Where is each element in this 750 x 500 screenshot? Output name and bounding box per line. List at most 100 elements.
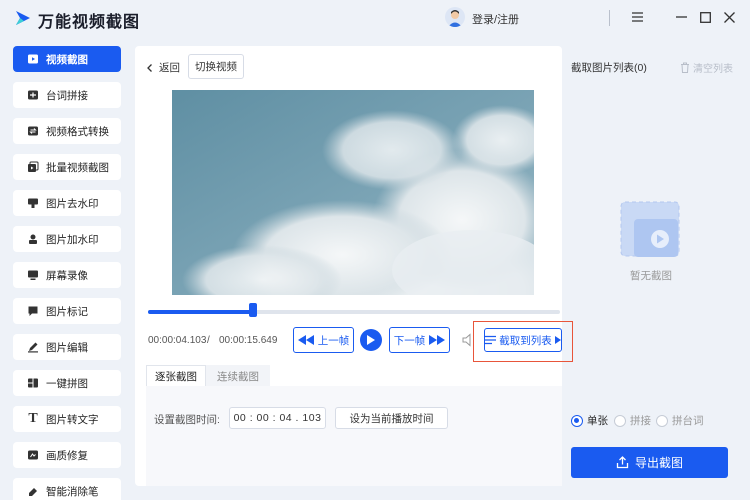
close-icon [723, 11, 735, 23]
mode-subtitle-radio[interactable]: 拼台词 [656, 413, 704, 428]
mode-stitch-radio[interactable]: 拼接 [614, 413, 651, 428]
sidebar-item-screen-record[interactable]: 屏幕录像 [13, 262, 121, 288]
sidebar-item-label: 图片标记 [46, 305, 88, 318]
image-edit-icon [27, 341, 39, 353]
maximize-button[interactable] [694, 6, 716, 28]
maximize-icon [699, 11, 711, 23]
eraser-icon [27, 485, 39, 497]
sidebar-item-label: 图片去水印 [46, 197, 99, 210]
empty-state-icon [620, 201, 680, 257]
radio-indicator [571, 414, 583, 427]
avatar[interactable] [445, 7, 465, 27]
sidebar-item-label: 屏幕录像 [46, 269, 88, 282]
sidebar-item-label: 批量视频截图 [46, 161, 109, 174]
sidebar-item-label: 一键拼图 [46, 377, 88, 390]
sidebar-item-add-watermark[interactable]: 图片加水印 [13, 226, 121, 252]
export-label: 导出截图 [634, 456, 683, 470]
radio-indicator [614, 414, 626, 427]
sidebar-item-label: 智能消除笔 [46, 485, 99, 498]
mode-subtitle-label: 拼台词 [672, 415, 704, 427]
sidebar-item-batch-capture[interactable]: 批量视频截图 [13, 154, 121, 180]
radio-indicator [656, 414, 668, 427]
sidebar-item-label: 视频截图 [46, 53, 88, 66]
sidebar-item-remove-watermark[interactable]: 图片去水印 [13, 190, 121, 216]
sidebar-item-quality-repair[interactable]: 画质修复 [13, 442, 121, 468]
rewind-icon [297, 335, 314, 345]
text-icon: T [28, 411, 38, 426]
login-link[interactable]: 登录/注册 [472, 11, 519, 27]
minimize-icon [675, 16, 687, 18]
fast-forward-icon [429, 335, 446, 345]
clear-list-label: 清空列表 [693, 64, 733, 75]
total-time: 00:00:15.649 [219, 335, 278, 346]
video-preview[interactable] [172, 90, 534, 295]
menu-button[interactable] [626, 6, 648, 28]
clear-list-button[interactable]: 清空列表 [680, 60, 733, 75]
next-frame-label: 下一帧 [393, 334, 426, 347]
progress-slider[interactable] [148, 303, 560, 317]
tab-continuous-capture[interactable]: 连续截图 [206, 365, 270, 387]
sidebar-item-image-to-text[interactable]: T 图片转文字 [13, 406, 121, 432]
collage-icon [27, 377, 39, 389]
sidebar-item-label: 图片加水印 [46, 233, 99, 246]
mode-stitch-label: 拼接 [630, 415, 651, 427]
trash-icon [681, 62, 689, 73]
sidebar-item-label: 图片编辑 [46, 341, 88, 354]
prev-frame-button[interactable]: 上一帧 [293, 327, 354, 353]
sidebar-item-label: 图片转文字 [46, 413, 99, 426]
capture-list-title: 截取图片列表(0) [571, 62, 647, 74]
divider [609, 10, 610, 26]
quality-repair-icon [27, 449, 39, 461]
close-button[interactable] [718, 6, 740, 28]
mode-single-label: 单张 [587, 415, 608, 427]
sidebar-item-video-capture[interactable]: 视频截图 [13, 46, 121, 72]
video-frame-image [172, 90, 534, 295]
capture-to-list-button[interactable]: 截取到列表 [484, 328, 562, 352]
caret-right-icon [554, 336, 561, 344]
back-label: 返回 [159, 62, 180, 74]
export-button[interactable]: 导出截图 [571, 447, 728, 478]
time-separator: / [207, 335, 210, 346]
mode-single-radio[interactable]: 单张 [571, 413, 608, 428]
capture-settings-panel [146, 386, 562, 486]
current-time: 00:00:04.103 [148, 335, 207, 346]
sidebar-item-image-edit[interactable]: 图片编辑 [13, 334, 121, 360]
prev-frame-label: 上一帧 [317, 334, 350, 347]
image-mark-icon [27, 305, 39, 317]
set-current-time-button[interactable]: 设为当前播放时间 [335, 407, 448, 429]
next-frame-button[interactable]: 下一帧 [389, 327, 450, 353]
minimize-button[interactable] [670, 6, 692, 28]
screen-record-icon [27, 269, 39, 281]
sidebar-item-smart-eraser[interactable]: 智能消除笔 [13, 478, 121, 500]
sidebar-item-image-mark[interactable]: 图片标记 [13, 298, 121, 324]
subtitle-stitch-icon [27, 89, 39, 101]
remove-watermark-icon [27, 197, 39, 209]
play-icon [367, 335, 375, 345]
back-button[interactable]: 返回 [145, 60, 180, 75]
batch-capture-icon [27, 161, 39, 173]
list-icon [485, 335, 497, 345]
menu-icon [631, 12, 643, 22]
sidebar-item-format-convert[interactable]: 视频格式转换 [13, 118, 121, 144]
capture-time-label: 设置截图时间: [154, 414, 220, 426]
capture-time-input[interactable]: 00 : 00 : 04 . 103 [229, 407, 326, 429]
export-icon [616, 456, 629, 469]
play-button[interactable] [360, 329, 382, 351]
tab-single-capture[interactable]: 逐张截图 [146, 365, 206, 387]
sidebar-item-label: 视频格式转换 [46, 125, 109, 138]
empty-state-text: 暂无截图 [630, 270, 672, 282]
progress-fill [148, 310, 254, 314]
progress-handle[interactable] [249, 303, 258, 317]
sidebar-item-label: 台词拼接 [46, 89, 88, 102]
format-convert-icon [27, 125, 39, 137]
app-title: 万能视频截图 [38, 14, 141, 31]
switch-video-button[interactable]: 切换视频 [188, 54, 244, 79]
sidebar-item-label: 画质修复 [46, 449, 88, 462]
title-bar: 万能视频截图 登录/注册 [0, 0, 750, 36]
chevron-left-icon [147, 63, 152, 72]
video-capture-icon [27, 53, 39, 65]
capture-to-list-label: 截取到列表 [499, 334, 552, 347]
app-logo-icon [16, 11, 30, 25]
sidebar-item-collage[interactable]: 一键拼图 [13, 370, 121, 396]
sidebar-item-subtitle-stitch[interactable]: 台词拼接 [13, 82, 121, 108]
